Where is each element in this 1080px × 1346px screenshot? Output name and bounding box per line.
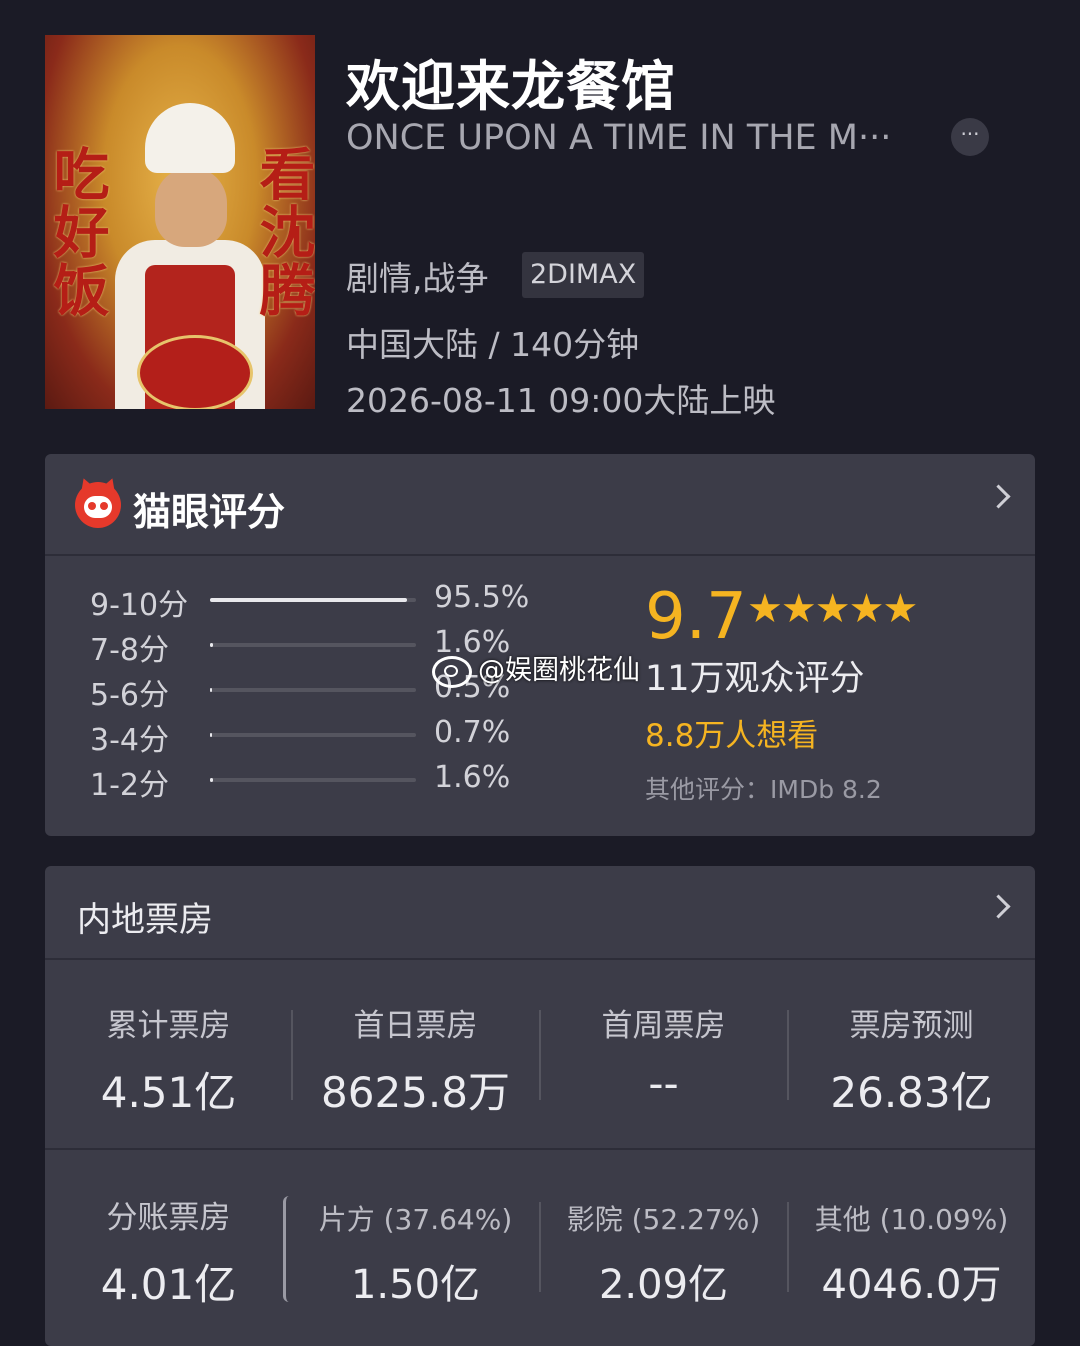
rating-stars-icon: ★★★★★ [747,586,918,632]
poster-slogan-left: 吃好饭 [45,145,110,319]
rating-card[interactable]: 猫眼评分 9-10分 95.5% 7-8分 1.6% 5-6分 0.5% 3-4分 0.7% 1… [45,454,1035,836]
split-value: 2.09亿 [598,1262,729,1308]
stat-split-cinema: 影院 (52.27%) 2.09亿 [540,1198,787,1310]
distribution-bar-fill [210,778,214,782]
poster-bowl-logo [137,335,253,409]
stat-value: 4.01亿 [100,1260,237,1309]
movie-title: 欢迎来龙餐馆 [346,55,676,118]
stat-total: 累计票房 4.51亿 [45,1000,292,1120]
rating-brand-title: 猫眼评分 [133,490,286,534]
stat-split-other: 其他 (10.09%) 4046.0万 [788,1198,1035,1310]
row-divider [45,1148,1035,1150]
stat-forecast: 票房预测 26.83亿 [788,1000,1035,1120]
box-office-title: 内地票房 [77,900,213,940]
distribution-bar-fill [210,733,212,737]
stat-first-day: 首日票房 8625.8万 [292,1000,539,1120]
distribution-label: 7-8分 [90,633,169,668]
stat-label: 分账票房 [106,1200,231,1236]
chevron-right-icon[interactable] [986,484,1011,509]
distribution-bar-track [210,688,416,692]
stat-first-week: 首周票房 -- [540,1000,787,1108]
stat-label: 首周票房 [601,1008,726,1044]
distribution-label: 3-4分 [90,723,169,758]
stat-value: 4.51亿 [100,1068,237,1117]
stat-split-total: 分账票房 4.01亿 [45,1192,292,1312]
distribution-row: 9-10分 95.5% [90,580,570,623]
maoyan-cat-logo-icon [75,475,121,528]
distribution-bar-fill [210,643,214,647]
distribution-bar-track [210,598,416,602]
stat-label: 票房预测 [849,1008,974,1044]
box-office-header[interactable]: 内地票房 [45,866,1035,960]
movie-release-date: 2026-08-11 09:00大陆上映 [346,381,776,420]
distribution-row: 1-2分 1.6% [90,760,570,803]
distribution-bar-track [210,733,416,737]
split-label: 片方 (37.64%) [318,1203,513,1236]
distribution-percent: 0.7% [434,715,511,750]
movie-poster[interactable]: 吃好饭 看沈腾 [45,35,315,409]
distribution-percent: 1.6% [434,760,511,795]
distribution-label: 5-6分 [90,678,169,713]
distribution-label: 9-10分 [90,588,189,623]
distribution-percent: 95.5% [434,580,530,615]
distribution-bar-fill [210,598,407,602]
split-value: 4046.0万 [821,1262,1002,1308]
watermark-text: @娱圈桃花仙 [478,655,640,686]
movie-region-runtime: 中国大陆 / 140分钟 [346,325,640,364]
stat-value: -- [648,1059,679,1108]
chevron-right-icon[interactable] [986,894,1011,919]
want-to-watch-count: 8.8万人想看 [645,718,819,754]
distribution-label: 1-2分 [90,768,169,803]
weibo-icon [432,655,472,688]
split-value: 1.50亿 [350,1262,481,1308]
distribution-bar-track [210,643,416,647]
rating-score: 9.7 [645,580,747,654]
poster-slogan-right: 看沈腾 [250,145,315,319]
distribution-bar-fill [210,688,212,692]
distribution-bar-track [210,778,416,782]
split-label: 影院 (52.27%) [566,1203,761,1236]
stat-split-producer: 片方 (37.64%) 1.50亿 [292,1198,539,1310]
stat-value: 26.83亿 [830,1068,993,1117]
box-office-card[interactable]: 内地票房 累计票房 4.51亿 首日票房 8625.8万 首周票房 -- 票房预… [45,866,1035,1346]
distribution-row: 3-4分 0.7% [90,715,570,758]
more-dots-icon[interactable]: ··· [951,118,989,156]
poster-chef-face [155,167,227,247]
movie-genre: 剧情,战争 [346,259,489,298]
other-score[interactable]: 其他评分：IMDb 8.2 [645,770,882,806]
rating-card-header[interactable]: 猫眼评分 [45,454,1035,556]
poster-chef-hat [145,103,235,173]
stat-label: 累计票房 [106,1008,231,1044]
audience-count: 11万观众评分 [645,659,865,699]
movie-english-title: ONCE UPON A TIME IN THE M··· [346,118,892,158]
weibo-watermark: @娱圈桃花仙 [432,648,640,688]
format-tag: 2DIMAX [522,252,645,298]
stat-value: 8625.8万 [321,1068,510,1117]
stat-label: 首日票房 [353,1008,478,1044]
split-label: 其他 (10.09%) [814,1203,1009,1236]
